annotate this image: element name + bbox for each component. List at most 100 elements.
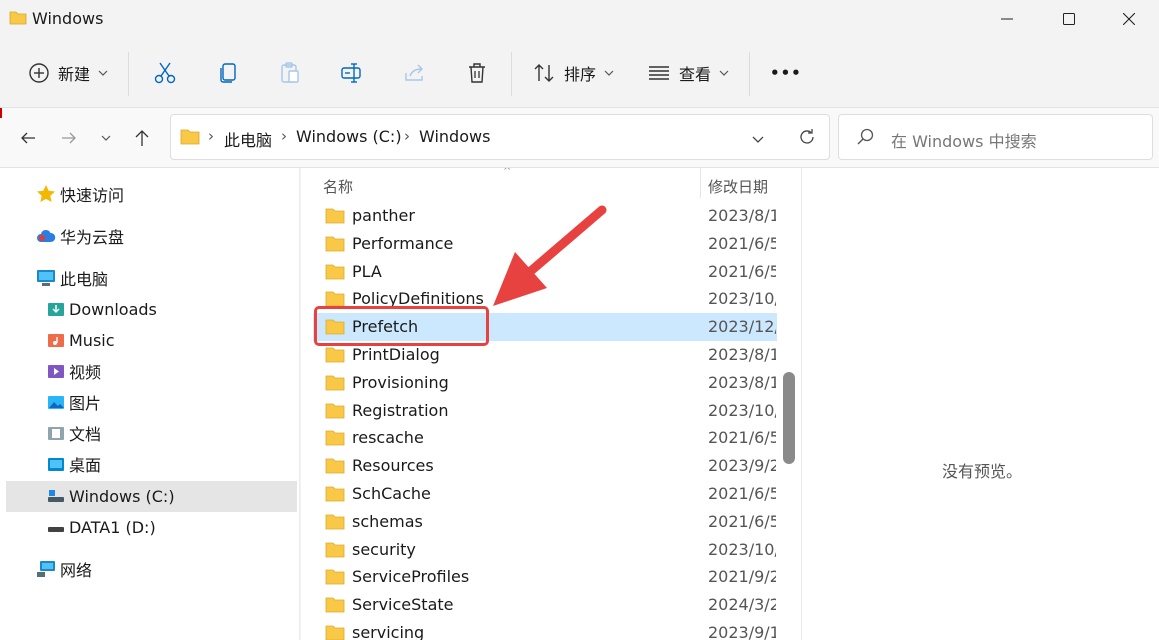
refresh-icon[interactable] xyxy=(798,128,816,150)
file-date: 2023/8/1 xyxy=(708,345,776,364)
file-row[interactable]: security 2023/10/ xyxy=(313,536,777,564)
preview-pane: 没有预览。 xyxy=(801,168,1159,640)
file-date: 2023/8/1 xyxy=(708,372,776,392)
clipboard-icon xyxy=(281,62,299,83)
recent-locations-button[interactable] xyxy=(92,124,120,152)
window-title: Windows xyxy=(32,9,104,28)
file-name: ServiceProfiles xyxy=(352,567,470,587)
sidebar-item-downloads[interactable]: Downloads xyxy=(47,295,157,323)
file-row[interactable]: Provisioning 2023/8/1 xyxy=(313,369,777,397)
file-name: schemas xyxy=(352,511,423,531)
sort-button[interactable]: 排序 xyxy=(532,56,614,90)
file-date: 2023/10/ xyxy=(708,539,776,559)
scrollbar-thumb[interactable] xyxy=(783,372,795,464)
file-date: 2023/12/ xyxy=(708,317,776,337)
share-button[interactable] xyxy=(403,56,427,90)
copy-button[interactable] xyxy=(216,56,240,90)
breadcrumb-separator: › xyxy=(281,127,287,145)
toolbar-divider xyxy=(749,52,750,96)
sidebar-item-desktop[interactable]: 桌面 xyxy=(47,450,101,478)
share-icon xyxy=(405,64,423,81)
column-divider[interactable] xyxy=(700,168,701,198)
toolbar-divider xyxy=(128,52,129,96)
paste-button[interactable] xyxy=(278,56,302,90)
back-button[interactable] xyxy=(14,124,42,152)
folder-icon xyxy=(325,236,345,256)
address-box[interactable]: › 此电脑 › Windows (C:) › Windows xyxy=(170,114,830,160)
sidebar-item-c-drive[interactable]: Windows (C:) xyxy=(47,482,175,510)
chevron-down-icon xyxy=(719,70,729,76)
forward-button[interactable] xyxy=(55,124,83,152)
file-date: 2021/6/5 xyxy=(708,233,776,253)
minimize-button[interactable] xyxy=(976,0,1038,38)
view-button-label: 查看 xyxy=(679,65,712,84)
file-name: rescache xyxy=(352,428,424,448)
network-icon xyxy=(37,561,55,577)
toolbar-divider xyxy=(511,52,512,96)
file-name: servicing xyxy=(352,623,425,640)
file-date: 2023/8/1 xyxy=(708,206,776,225)
sidebar-item-this-pc[interactable]: 此电脑 xyxy=(36,264,108,292)
address-bar-row: › 此电脑 › Windows (C:) › Windows 在 Windows… xyxy=(0,108,1159,168)
navigation-pane: 快速访问 华为云盘 此电脑 Downloads Music 视频 图片 文档 桌… xyxy=(0,168,300,640)
scissors-icon xyxy=(154,62,176,84)
title-bar: Windows xyxy=(0,0,1159,38)
desktop-icon xyxy=(48,458,64,471)
sidebar-item-documents[interactable]: 文档 xyxy=(47,419,101,447)
sidebar-item-quick-access[interactable]: 快速访问 xyxy=(36,180,124,208)
file-name: Performance xyxy=(352,233,454,253)
more-options-button[interactable]: ••• xyxy=(770,56,802,90)
folder-icon xyxy=(325,375,345,395)
file-row[interactable]: Resources 2023/9/2 xyxy=(313,452,777,480)
folder-icon xyxy=(325,514,345,534)
view-button[interactable]: 查看 xyxy=(647,56,729,90)
rename-button[interactable] xyxy=(340,56,364,90)
sidebar-item-d-drive[interactable]: DATA1 (D:) xyxy=(47,513,156,541)
breadcrumb-this-pc[interactable]: 此电脑 xyxy=(224,127,272,151)
file-date: 2021/6/5 xyxy=(708,261,776,281)
arrow-right-icon xyxy=(62,132,76,144)
file-row[interactable]: schemas 2021/6/5 xyxy=(313,508,777,536)
folder-icon xyxy=(325,208,345,228)
folder-icon xyxy=(325,430,345,450)
folder-icon xyxy=(325,403,345,423)
sidebar-item-pictures[interactable]: 图片 xyxy=(47,388,101,416)
documents-icon xyxy=(48,427,64,440)
file-row[interactable]: ServiceState 2024/3/2 xyxy=(313,591,777,619)
file-row[interactable]: Registration 2023/10/ xyxy=(313,397,777,425)
file-name: SchCache xyxy=(352,484,431,503)
file-name: ServiceState xyxy=(352,595,454,615)
up-button[interactable] xyxy=(128,124,156,152)
pictures-icon xyxy=(48,396,64,409)
maximize-button[interactable] xyxy=(1038,0,1100,38)
red-arrow-annotation xyxy=(493,205,607,306)
folder-icon xyxy=(325,264,345,284)
breadcrumb-windows[interactable]: Windows xyxy=(419,127,490,146)
delete-button[interactable] xyxy=(465,56,489,90)
cloud-icon xyxy=(37,229,56,242)
file-row[interactable]: servicing 2023/9/1 xyxy=(313,619,777,640)
folder-icon xyxy=(9,10,27,30)
search-input[interactable]: 在 Windows 中搜索 xyxy=(838,114,1153,160)
close-button[interactable] xyxy=(1098,0,1159,38)
sidebar-item-music[interactable]: Music xyxy=(47,326,115,354)
file-row[interactable]: rescache 2021/6/5 xyxy=(313,424,777,452)
file-name: panther xyxy=(352,206,415,225)
sidebar-item-huawei-cloud[interactable]: 华为云盘 xyxy=(36,222,124,250)
breadcrumb-separator: › xyxy=(404,127,410,145)
sidebar-item-videos[interactable]: 视频 xyxy=(47,357,101,385)
column-header-name[interactable]: 名称 xyxy=(323,176,353,197)
cut-button[interactable] xyxy=(153,56,177,90)
chevron-down-icon xyxy=(604,70,614,76)
folder-icon xyxy=(325,542,345,562)
column-header-date[interactable]: 修改日期 xyxy=(708,176,768,197)
breadcrumb-c-drive[interactable]: Windows (C:) xyxy=(296,127,402,146)
plus-circle-icon xyxy=(29,63,49,83)
file-row[interactable]: SchCache 2021/6/5 xyxy=(313,480,777,508)
address-dropdown-icon[interactable] xyxy=(751,131,765,150)
new-button[interactable]: 新建 xyxy=(28,56,108,90)
arrow-up-icon xyxy=(135,130,149,146)
sidebar-item-network[interactable]: 网络 xyxy=(36,555,92,583)
file-row[interactable]: ServiceProfiles 2021/9/2 xyxy=(313,563,777,591)
file-date: 2021/6/5 xyxy=(708,484,776,503)
